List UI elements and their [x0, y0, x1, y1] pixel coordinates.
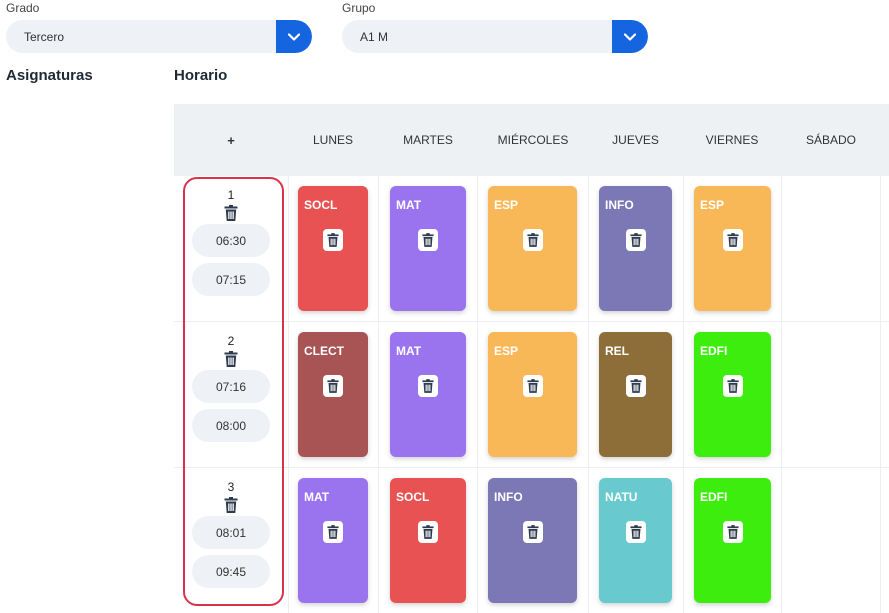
delete-subject-button[interactable] — [626, 375, 646, 397]
subject-card[interactable]: SOCL — [390, 478, 466, 603]
grado-dropdown-button[interactable] — [276, 20, 312, 53]
trash-icon — [630, 525, 642, 539]
trash-icon — [527, 233, 539, 247]
subject-card[interactable]: ESP — [488, 186, 577, 311]
delete-subject-button[interactable] — [523, 229, 543, 251]
day-header-lunes: LUNES — [312, 133, 353, 147]
delete-subject-button[interactable] — [323, 375, 343, 397]
trash-icon — [527, 379, 539, 393]
trash-icon — [422, 525, 434, 539]
trash-icon — [422, 233, 434, 247]
subject-card[interactable]: REL — [599, 332, 672, 457]
subject-card[interactable]: SOCL — [298, 186, 368, 311]
grado-label: Grado — [6, 1, 40, 15]
subject-card[interactable]: INFO — [599, 186, 672, 311]
period-column-highlight — [183, 177, 284, 606]
delete-subject-button[interactable] — [418, 375, 438, 397]
trash-icon — [630, 233, 642, 247]
subject-code: EDFI — [700, 344, 728, 358]
trash-icon — [527, 525, 539, 539]
subject-card[interactable]: MAT — [390, 332, 466, 457]
subject-card[interactable]: MAT — [298, 478, 368, 603]
delete-subject-button[interactable] — [626, 521, 646, 543]
grid-line — [288, 321, 889, 322]
horario-title: Horario — [174, 67, 228, 84]
grado-select-value: Tercero — [24, 29, 65, 44]
subject-card[interactable]: ESP — [694, 186, 771, 311]
day-header-miercoles: MIÉRCOLES — [497, 133, 569, 147]
subject-code: MAT — [304, 490, 330, 504]
trash-icon — [327, 525, 339, 539]
delete-subject-button[interactable] — [723, 229, 743, 251]
trash-icon — [327, 379, 339, 393]
grid-line — [288, 467, 889, 468]
grid-line — [683, 176, 684, 613]
day-header-martes: MARTES — [403, 133, 453, 147]
add-period-button[interactable]: + — [174, 104, 288, 176]
subject-code: INFO — [494, 490, 523, 504]
grid-line — [477, 176, 478, 613]
grid-line — [588, 176, 589, 613]
grupo-label: Grupo — [342, 1, 376, 15]
grupo-select[interactable]: A1 M — [342, 20, 648, 53]
trash-icon — [422, 379, 434, 393]
grado-select[interactable]: Tercero — [6, 20, 312, 53]
delete-subject-button[interactable] — [418, 229, 438, 251]
subject-code: EDFI — [700, 490, 728, 504]
subject-code: ESP — [494, 198, 519, 212]
chevron-down-icon — [624, 32, 636, 41]
subject-card[interactable]: NATU — [599, 478, 672, 603]
subject-card[interactable]: MAT — [390, 186, 466, 311]
day-header-viernes: VIERNES — [705, 133, 759, 147]
trash-icon — [727, 379, 739, 393]
subject-card[interactable]: EDFI — [694, 478, 771, 603]
delete-subject-button[interactable] — [418, 521, 438, 543]
schedule-header: + LUNES MARTES MIÉRCOLES JUEVES VIERNES … — [174, 104, 889, 176]
subject-code: INFO — [605, 198, 634, 212]
delete-subject-button[interactable] — [523, 521, 543, 543]
grupo-dropdown-button[interactable] — [612, 20, 648, 53]
subject-card[interactable]: ESP — [488, 332, 577, 457]
delete-subject-button[interactable] — [723, 521, 743, 543]
delete-subject-button[interactable] — [723, 375, 743, 397]
subject-code: CLECT — [304, 344, 344, 358]
subject-code: SOCL — [304, 198, 338, 212]
delete-subject-button[interactable] — [523, 375, 543, 397]
subject-code: REL — [605, 344, 629, 358]
subject-card[interactable]: INFO — [488, 478, 577, 603]
delete-subject-button[interactable] — [626, 229, 646, 251]
grid-line — [288, 176, 289, 613]
subject-card[interactable]: CLECT — [298, 332, 368, 457]
delete-subject-button[interactable] — [323, 229, 343, 251]
subject-code: NATU — [605, 490, 638, 504]
subject-code: ESP — [494, 344, 519, 358]
trash-icon — [727, 525, 739, 539]
subject-code: ESP — [700, 198, 725, 212]
grid-line — [781, 176, 782, 613]
subject-card[interactable]: EDFI — [694, 332, 771, 457]
chevron-down-icon — [288, 32, 300, 41]
grid-line — [880, 176, 881, 613]
day-header-sabado: SÁBADO — [805, 133, 856, 147]
trash-icon — [327, 233, 339, 247]
trash-icon — [727, 233, 739, 247]
delete-subject-button[interactable] — [323, 521, 343, 543]
subject-code: MAT — [396, 344, 422, 358]
day-header-jueves: JUEVES — [612, 133, 659, 147]
grid-line — [378, 176, 379, 613]
asignaturas-title: Asignaturas — [6, 67, 93, 84]
grupo-select-value: A1 M — [360, 29, 389, 44]
subject-code: MAT — [396, 198, 422, 212]
trash-icon — [630, 379, 642, 393]
subject-code: SOCL — [396, 490, 430, 504]
